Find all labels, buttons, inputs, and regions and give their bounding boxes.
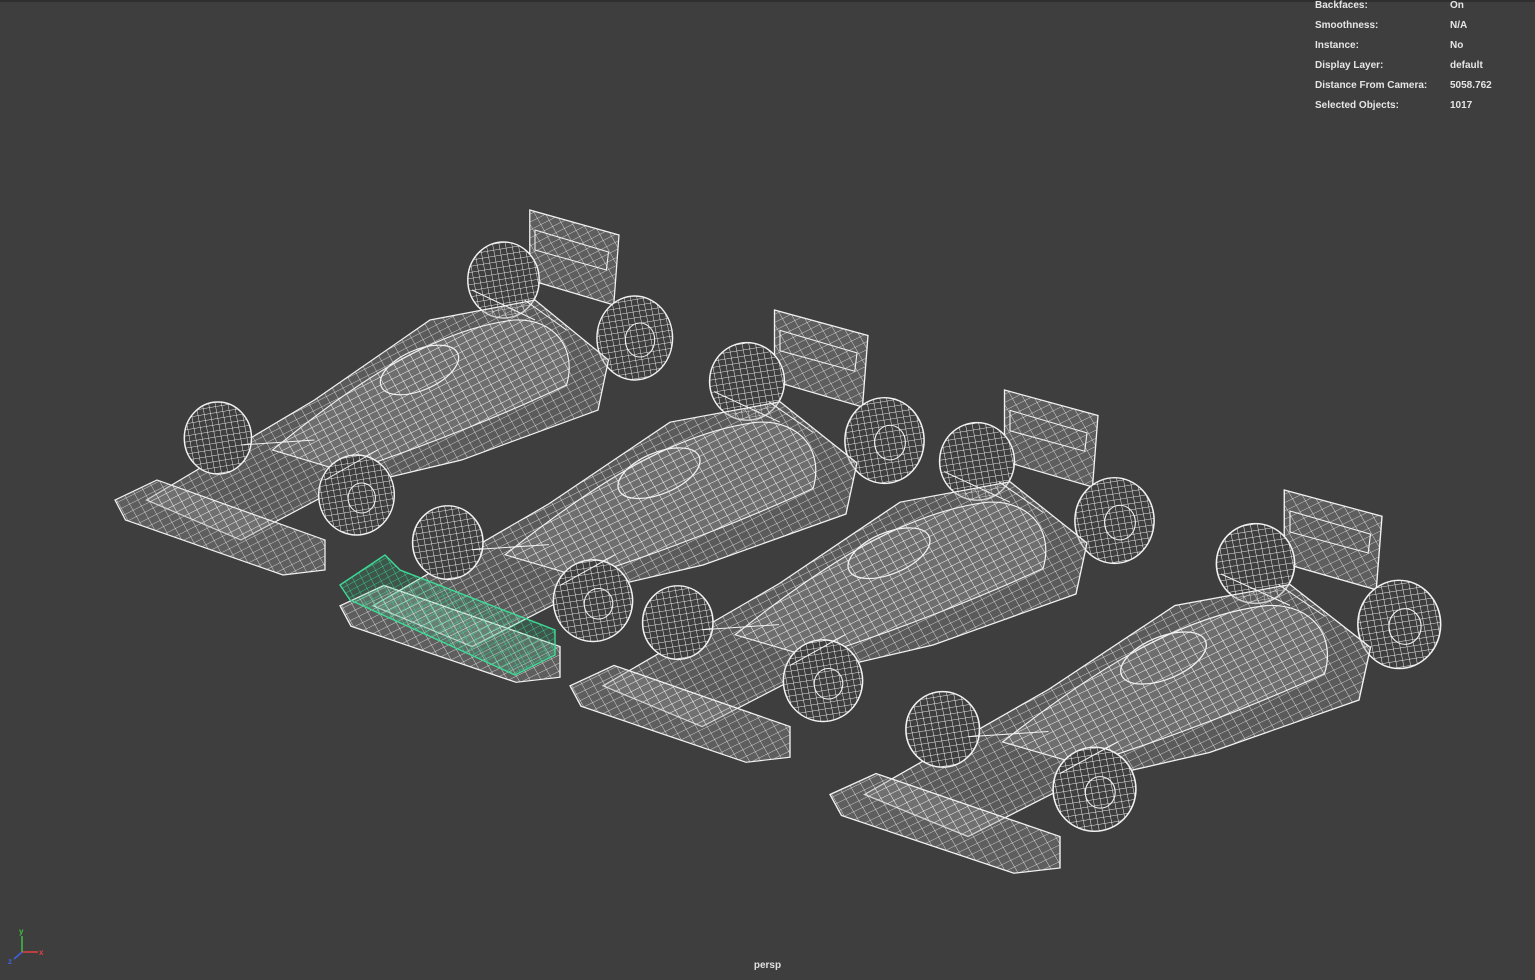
hud-value: No (1450, 40, 1464, 51)
x-axis-label: x (39, 948, 44, 957)
heads-up-display: Backfaces: On Smoothness: N/A Instance: … (1315, 0, 1530, 120)
camera-name-label: persp (753, 960, 782, 971)
hud-label: Display Layer: (1315, 60, 1384, 71)
hud-row-distance-from-camera: Distance From Camera: 5058.762 (1315, 80, 1530, 100)
hud-row-display-layer: Display Layer: default (1315, 60, 1530, 80)
wireframe-scene[interactable] (0, 0, 1535, 980)
hud-value: 1017 (1450, 100, 1473, 111)
hud-label: Selected Objects: (1315, 100, 1399, 111)
hud-value: On (1450, 0, 1464, 11)
z-axis-line (13, 951, 23, 960)
hud-row-smoothness: Smoothness: N/A (1315, 20, 1530, 40)
hud-value: default (1450, 60, 1483, 71)
perspective-viewport[interactable]: Backfaces: On Smoothness: N/A Instance: … (0, 0, 1535, 980)
hud-row-selected-objects: Selected Objects: 1017 (1315, 100, 1530, 120)
hud-label: Distance From Camera: (1315, 80, 1428, 91)
hud-row-instance: Instance: No (1315, 40, 1530, 60)
hud-value: N/A (1450, 20, 1468, 31)
hud-label: Backfaces: (1315, 0, 1368, 11)
hud-value: 5058.762 (1450, 80, 1492, 91)
y-axis-label: y (19, 927, 24, 936)
hud-label: Instance: (1315, 40, 1359, 51)
hud-row-backfaces: Backfaces: On (1315, 0, 1530, 20)
hud-label: Smoothness: (1315, 20, 1379, 31)
